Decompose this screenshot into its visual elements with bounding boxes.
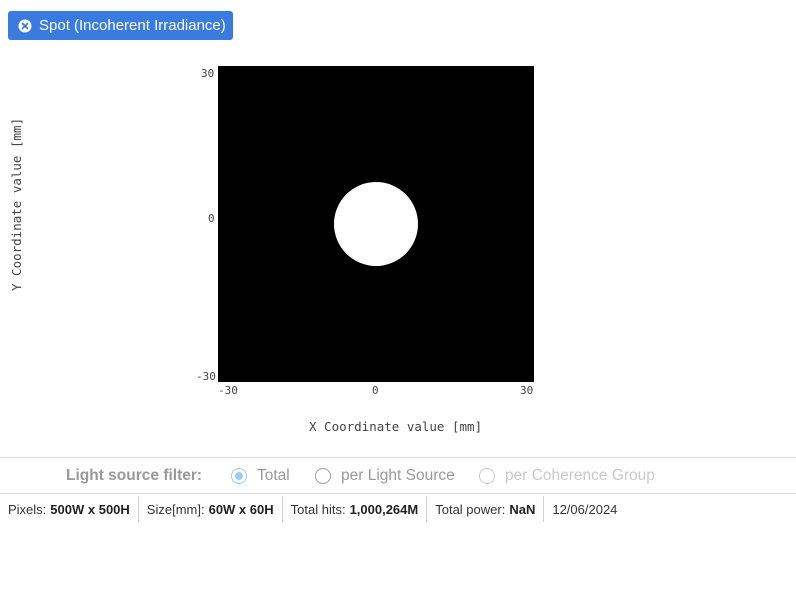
filter-option-per-coherence-group: per Coherence Group — [479, 467, 655, 485]
x-axis-title: X Coordinate value [mm] — [309, 419, 483, 434]
status-bar: Pixels: 500W x 500H Size[mm]: 60W x 60H … — [0, 495, 625, 523]
irradiance-spot — [334, 182, 418, 266]
irradiance-plot[interactable] — [218, 66, 534, 382]
status-power-label: Total power: — [435, 501, 506, 517]
filter-label: Light source filter: — [66, 466, 203, 484]
filter-option-per-light-source-label: per Light Source — [341, 466, 455, 484]
radio-per-light-source[interactable] — [315, 467, 331, 484]
status-size-label: Size[mm]: — [146, 501, 205, 517]
filter-option-per-light-source[interactable]: per Light Source — [315, 467, 455, 485]
x-tick-middle: 0 — [372, 384, 379, 397]
x-tick-left: -30 — [218, 384, 238, 397]
radio-per-coherence-group — [479, 467, 495, 484]
close-circle-icon[interactable] — [18, 19, 32, 33]
status-hits: Total hits: 1,000,264M — [283, 496, 428, 522]
status-size: Size[mm]: 60W x 60H — [139, 496, 283, 522]
status-pixels-value: 500W x 500H — [50, 501, 130, 517]
y-tick-bottom: -30 — [196, 370, 216, 383]
status-date-value: 12/06/2024 — [552, 501, 618, 517]
filter-option-total-label: Total — [257, 466, 290, 484]
spot-title-button[interactable]: Spot (Incoherent Irradiance) — [8, 11, 233, 40]
status-hits-value: 1,000,264M — [349, 501, 419, 517]
light-source-filter: Light source filter: Total per Light Sou… — [0, 458, 796, 493]
status-pixels: Pixels: 500W x 500H — [0, 496, 139, 522]
status-power-value: NaN — [509, 501, 536, 517]
y-tick-middle: 0 — [208, 212, 215, 225]
status-size-value: 60W x 60H — [208, 501, 274, 517]
status-hits-label: Total hits: — [290, 501, 346, 517]
divider-bottom — [0, 493, 796, 494]
x-tick-right: 30 — [520, 384, 534, 397]
filter-option-per-coherence-group-label: per Coherence Group — [505, 466, 655, 484]
status-pixels-label: Pixels: — [8, 501, 47, 517]
filter-option-total[interactable]: Total — [231, 467, 290, 485]
y-axis-title: Y Coordinate value [mm] — [9, 117, 24, 291]
radio-total[interactable] — [231, 467, 247, 484]
status-date: 12/06/2024 — [544, 496, 625, 522]
status-power: Total power: NaN — [427, 496, 545, 522]
y-tick-top: 30 — [201, 67, 215, 80]
spot-title-label: Spot (Incoherent Irradiance) — [39, 17, 226, 34]
